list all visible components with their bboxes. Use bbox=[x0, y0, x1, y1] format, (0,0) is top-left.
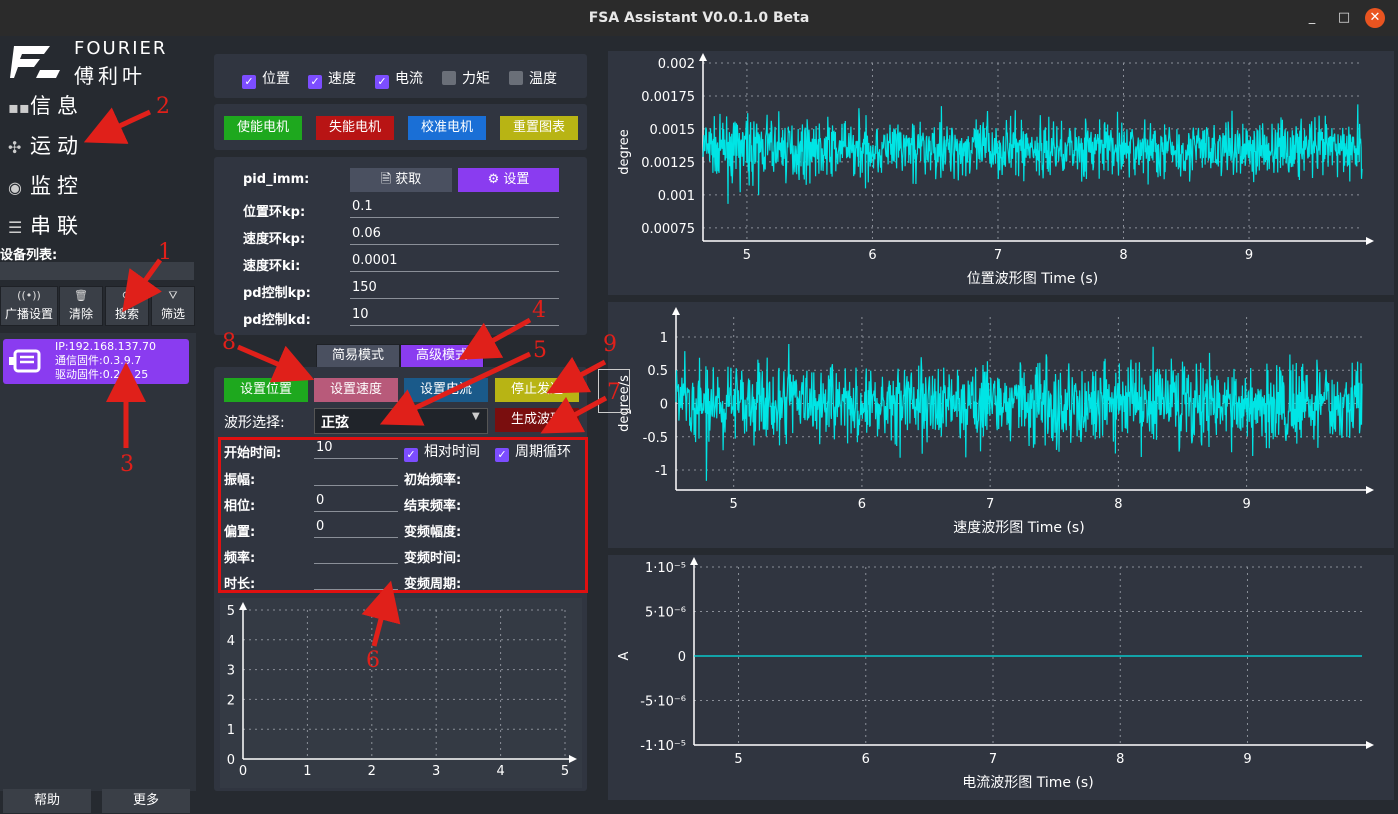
annotation-arrow bbox=[122, 258, 163, 313]
annotation-label: 1 bbox=[158, 240, 172, 265]
annotation-label: 5 bbox=[533, 338, 547, 363]
annotation-label: 8 bbox=[222, 330, 236, 355]
annotation-arrow bbox=[379, 351, 532, 426]
annotation-arrow bbox=[361, 580, 401, 647]
annotation-arrow bbox=[237, 344, 315, 383]
annotation-overlay bbox=[83, 107, 608, 647]
annotation-label: 2 bbox=[156, 94, 170, 119]
annotation-arrow bbox=[540, 395, 608, 434]
annotation-label: 6 bbox=[366, 648, 380, 673]
annotation-label: 3 bbox=[120, 452, 134, 477]
annotation-arrow bbox=[458, 317, 532, 360]
annotation-arrow bbox=[83, 107, 152, 144]
annotation-label: 7 bbox=[607, 380, 621, 405]
annotation-label: 4 bbox=[532, 298, 546, 323]
annotation-arrow bbox=[546, 356, 607, 394]
annotation-label: 9 bbox=[603, 332, 617, 357]
